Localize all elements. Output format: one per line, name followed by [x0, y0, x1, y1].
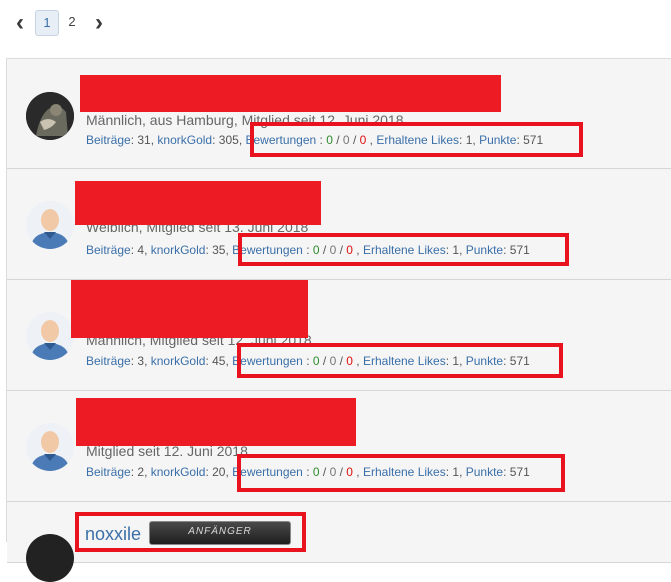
- avatar[interactable]: [26, 534, 74, 582]
- gold-count: 305: [218, 133, 239, 147]
- chevron-right-icon[interactable]: ›: [89, 9, 109, 37]
- redaction-box: [80, 75, 501, 112]
- posts-link[interactable]: Beiträge: [86, 243, 131, 257]
- highlight-box: [237, 343, 563, 378]
- member-list: Männlich, aus Hamburg, Mitglied seit 12.…: [6, 58, 671, 582]
- posts-count: 2: [137, 465, 145, 479]
- member-row: Mitglied seit 12. Juni 2018 Beiträge: 2,…: [7, 391, 671, 502]
- gold-count: 35: [212, 243, 226, 257]
- avatar[interactable]: [26, 312, 74, 360]
- posts-count: 4: [137, 243, 145, 257]
- redaction-box: [71, 280, 308, 338]
- chevron-left-icon[interactable]: ‹: [10, 9, 30, 37]
- gold-link[interactable]: knorkGold: [157, 133, 212, 147]
- member-row: Weiblich, Mitglied seit 13. Juni 2018 Be…: [7, 169, 671, 280]
- gold-link[interactable]: knorkGold: [151, 243, 206, 257]
- page-2-button[interactable]: 2: [64, 10, 80, 34]
- member-row: Männlich, Mitglied seit 12. Juni 2018 Be…: [7, 280, 671, 391]
- posts-link[interactable]: Beiträge: [86, 465, 131, 479]
- gold-count: 20: [212, 465, 226, 479]
- highlight-box: [75, 512, 306, 552]
- highlight-box: [250, 122, 583, 157]
- gold-link[interactable]: knorkGold: [151, 465, 206, 479]
- avatar[interactable]: [26, 92, 74, 140]
- redaction-box: [76, 398, 356, 446]
- page-1-button[interactable]: 1: [35, 10, 59, 36]
- gold-link[interactable]: knorkGold: [151, 354, 206, 368]
- posts-link[interactable]: Beiträge: [86, 133, 131, 147]
- avatar[interactable]: [26, 201, 74, 249]
- posts-count: 31: [137, 133, 151, 147]
- gold-count: 45: [212, 354, 226, 368]
- avatar[interactable]: [26, 423, 74, 471]
- member-row: Männlich, aus Hamburg, Mitglied seit 12.…: [7, 59, 671, 169]
- highlight-box: [237, 454, 565, 492]
- posts-count: 3: [137, 354, 145, 368]
- highlight-box: [238, 233, 569, 266]
- posts-link[interactable]: Beiträge: [86, 354, 131, 368]
- redaction-box: [75, 181, 321, 225]
